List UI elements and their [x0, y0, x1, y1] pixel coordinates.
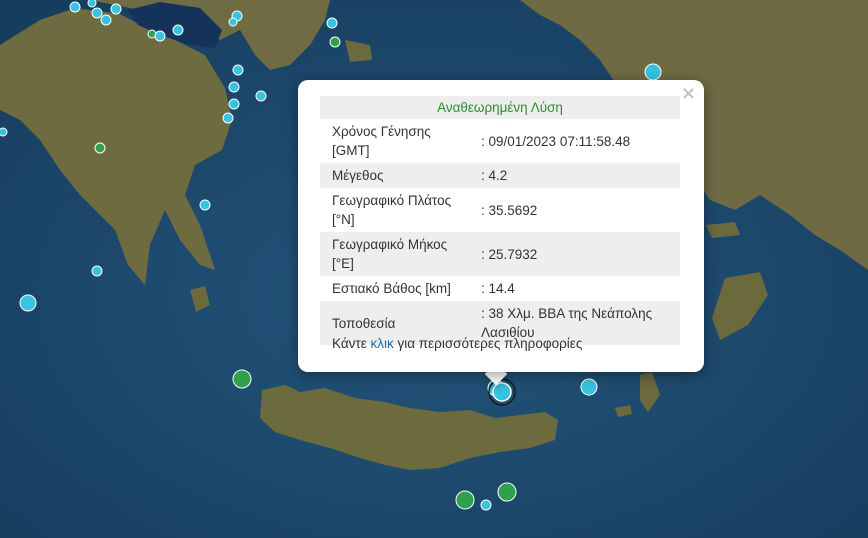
quake-marker[interactable] [255, 90, 267, 102]
quake-marker[interactable] [228, 81, 240, 93]
footer-text-after: για περισσότερες πληροφορίες [393, 336, 583, 351]
more-info-link[interactable]: κλικ [371, 336, 394, 351]
quake-marker[interactable] [91, 7, 103, 19]
quake-marker[interactable] [644, 63, 662, 81]
quake-marker[interactable] [110, 3, 122, 15]
latitude-label: Γεωγραφικό Πλάτος [°N] [332, 193, 452, 227]
selected-quake-marker[interactable] [492, 382, 512, 402]
table-row: Εστιακό Βάθος [km] : 14.4 [320, 276, 680, 301]
quake-marker[interactable] [228, 98, 240, 110]
popup-footer: Κάντε κλικ για περισσότερες πληροφορίες [332, 336, 582, 351]
quake-marker[interactable] [19, 294, 37, 312]
magnitude-label: Μέγεθος [320, 163, 473, 188]
quake-marker[interactable] [480, 499, 492, 511]
origin-time-label: Χρόνος Γένησης [GMT] [332, 124, 431, 158]
quake-marker[interactable] [94, 142, 106, 154]
table-row: Μέγεθος : 4.2 [320, 163, 680, 188]
quake-marker[interactable] [199, 199, 211, 211]
table-row: Γεωγραφικό Μήκος [°E] : 25.7932 [320, 232, 680, 276]
quake-marker[interactable] [87, 0, 97, 8]
quake-marker[interactable] [172, 24, 184, 36]
quake-marker[interactable] [329, 36, 341, 48]
table-row: Γεωγραφικό Πλάτος [°N] : 35.5692 [320, 188, 680, 232]
quake-marker[interactable] [0, 127, 8, 137]
depth-label: Εστιακό Βάθος [km] [332, 281, 451, 296]
quake-marker[interactable] [232, 64, 244, 76]
quake-marker[interactable] [100, 14, 112, 26]
quake-marker[interactable] [91, 265, 103, 277]
longitude-value: : 25.7932 [473, 232, 680, 276]
depth-value: : 14.4 [481, 281, 515, 296]
quake-marker[interactable] [455, 490, 475, 510]
popup-title: Αναθεωρημένη Λύση [320, 96, 680, 119]
popup-title-row: Αναθεωρημένη Λύση [320, 96, 680, 119]
quake-marker[interactable] [497, 482, 517, 502]
latitude-value: : 35.5692 [481, 202, 538, 218]
quake-marker[interactable] [326, 17, 338, 29]
earthquake-details-table: Αναθεωρημένη Λύση Χρόνος Γένησης [GMT] :… [320, 96, 680, 345]
table-row: Χρόνος Γένησης [GMT] : 09/01/2023 07:11:… [320, 119, 680, 163]
quake-marker[interactable] [154, 30, 166, 42]
magnitude-value: : 4.2 [473, 163, 680, 188]
earthquake-popup: × Αναθεωρημένη Λύση Χρόνος Γένησης [GMT]… [298, 80, 704, 372]
quake-marker[interactable] [228, 17, 238, 27]
longitude-label: Γεωγραφικό Μήκος [°E] [320, 232, 473, 276]
quake-marker[interactable] [580, 378, 598, 396]
quake-marker[interactable] [232, 369, 252, 389]
footer-text-before: Κάντε [332, 336, 371, 351]
close-icon[interactable]: × [681, 85, 696, 103]
quake-marker[interactable] [222, 112, 234, 124]
quake-marker[interactable] [69, 1, 81, 13]
origin-time-value: : 09/01/2023 07:11:58.48 [481, 133, 631, 149]
